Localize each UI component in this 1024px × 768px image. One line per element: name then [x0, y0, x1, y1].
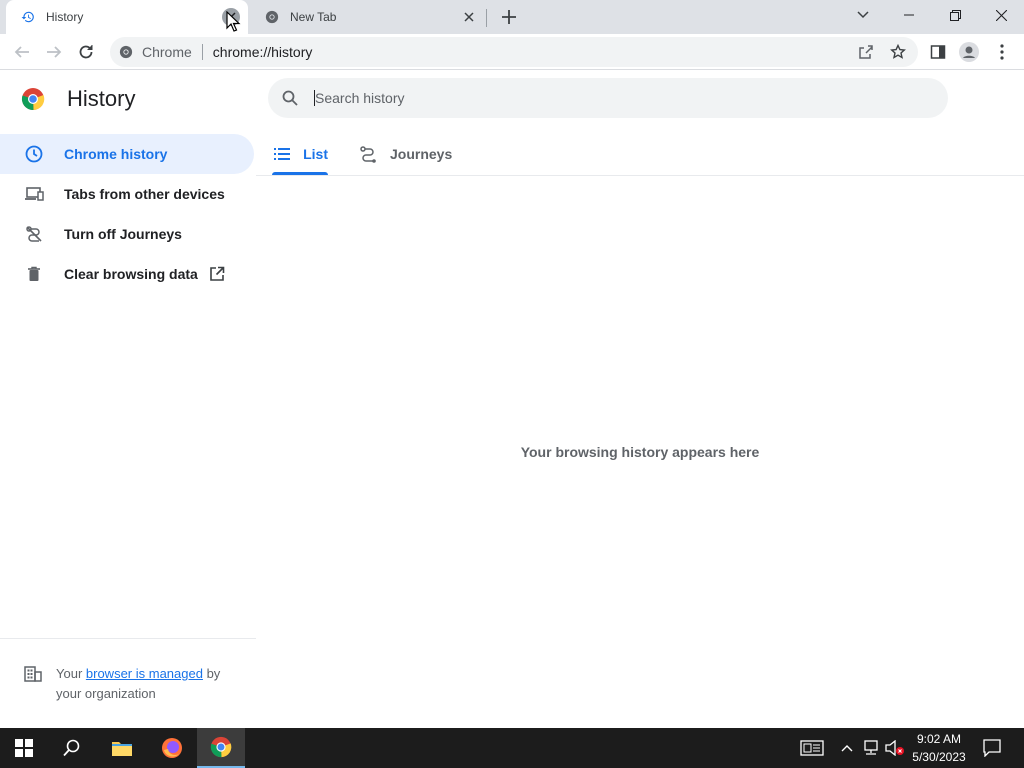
share-icon[interactable]	[854, 40, 878, 64]
sidebar-item-label: Turn off Journeys	[64, 226, 182, 242]
journeys-off-icon	[24, 224, 44, 244]
tabs-divider	[256, 175, 1024, 176]
browser-toolbar: Chrome chrome://history	[0, 34, 1024, 70]
firefox-icon[interactable]	[148, 728, 196, 768]
tab-separator	[486, 9, 487, 27]
sidebar-divider	[0, 638, 256, 639]
clock-time: 9:02 AM	[916, 732, 962, 746]
omnibox-url[interactable]: chrome://history	[213, 44, 854, 60]
sidebar-item-clear-browsing-data[interactable]: Clear browsing data	[0, 254, 254, 294]
reload-button[interactable]	[72, 38, 100, 66]
volume-muted-icon[interactable]	[885, 738, 905, 758]
new-tab-button[interactable]	[497, 5, 521, 29]
taskbar-search-button[interactable]	[48, 728, 96, 768]
history-favicon-icon	[20, 9, 36, 25]
managed-text: Your browser is managed by your organiza…	[56, 666, 221, 701]
forward-button[interactable]	[40, 38, 68, 66]
journeys-icon	[358, 144, 378, 164]
managed-notice: Your browser is managed by your organiza…	[24, 664, 244, 704]
search-input[interactable]	[315, 90, 875, 106]
sidebar-item-tabs-other-devices[interactable]: Tabs from other devices	[0, 174, 254, 214]
mouse-cursor-icon	[226, 10, 242, 33]
tab-new-tab[interactable]: New Tab	[250, 0, 486, 34]
bookmark-star-icon[interactable]	[886, 40, 910, 64]
tab-history[interactable]: History	[6, 0, 248, 34]
clock-date: 5/30/2023	[912, 750, 966, 764]
sidebar-item-chrome-history[interactable]: Chrome history	[0, 134, 254, 174]
news-widget-icon[interactable]	[800, 738, 824, 758]
tab-label: Journeys	[390, 146, 453, 162]
tab-search-button[interactable]	[840, 0, 886, 30]
network-icon[interactable]	[861, 738, 881, 758]
chrome-page-icon	[118, 44, 134, 60]
notifications-icon[interactable]	[982, 738, 1002, 758]
start-button[interactable]	[0, 728, 48, 768]
sidebar-item-label: Clear browsing data	[64, 266, 198, 282]
chrome-logo-icon	[21, 87, 45, 111]
sidebar-item-label: Chrome history	[64, 146, 168, 162]
address-bar[interactable]: Chrome chrome://history	[110, 37, 918, 67]
search-history-box[interactable]	[268, 78, 948, 118]
browser-managed-link[interactable]: browser is managed	[86, 666, 203, 681]
clock-icon	[24, 144, 44, 164]
list-icon	[272, 144, 291, 164]
tab-title: History	[46, 10, 84, 24]
page-title: History	[67, 86, 136, 111]
close-window-button[interactable]	[978, 0, 1024, 30]
minimize-button[interactable]	[886, 0, 932, 30]
tab-title: New Tab	[290, 10, 337, 24]
tab-list[interactable]: List	[272, 132, 328, 176]
empty-history-message: Your browsing history appears here	[520, 444, 760, 460]
restore-button[interactable]	[932, 0, 978, 30]
omnibox-chip: Chrome	[142, 44, 192, 60]
close-tab-icon[interactable]	[460, 8, 478, 26]
open-in-new-icon	[208, 265, 226, 283]
omnibox-divider	[201, 44, 203, 60]
trash-icon	[24, 264, 44, 284]
file-explorer-icon[interactable]	[98, 728, 146, 768]
menu-kebab-icon[interactable]	[988, 38, 1016, 66]
side-panel-button[interactable]	[924, 38, 952, 66]
tab-label: List	[303, 146, 328, 162]
search-icon	[280, 88, 300, 108]
chrome-favicon-icon	[264, 9, 280, 25]
back-button[interactable]	[8, 38, 36, 66]
chevron-up-icon[interactable]	[837, 738, 857, 758]
building-icon	[24, 665, 42, 683]
tab-journeys[interactable]: Journeys	[358, 132, 458, 176]
windows-taskbar: 9:02 AM 5/30/2023	[0, 728, 1024, 768]
profile-avatar-button[interactable]	[955, 38, 983, 66]
sidebar-item-turn-off-journeys[interactable]: Turn off Journeys	[0, 214, 254, 254]
taskbar-clock[interactable]: 9:02 AM 5/30/2023	[905, 730, 973, 766]
chrome-taskbar-icon[interactable]	[197, 728, 245, 768]
devices-icon	[24, 184, 44, 204]
tab-strip: History New Tab	[0, 0, 1024, 34]
sidebar-item-label: Tabs from other devices	[64, 186, 225, 202]
